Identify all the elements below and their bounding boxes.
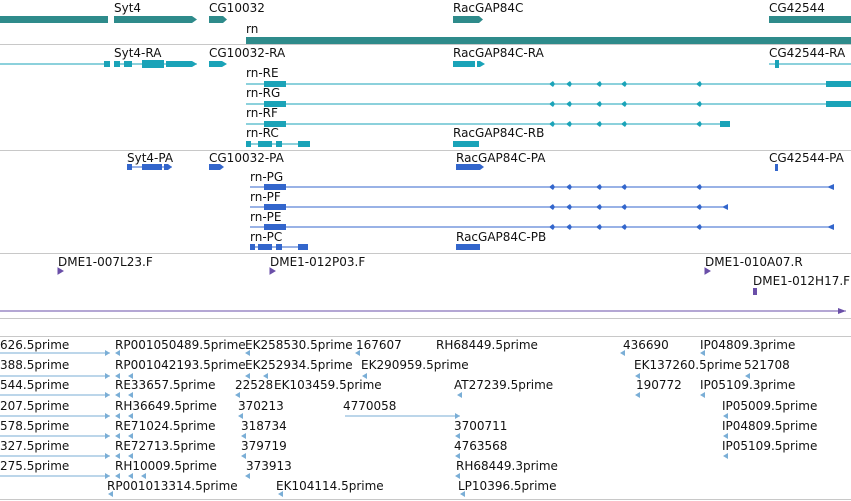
gene-glyph-cg42544 — [769, 16, 851, 23]
est-label[interactable]: RE71024.5prime — [115, 419, 216, 433]
est-label[interactable]: EK137260.5prime — [634, 358, 742, 372]
transcript-label[interactable]: RacGAP84C-RA — [453, 46, 544, 60]
clone-label[interactable]: DME1-012P03.F — [270, 255, 365, 269]
est-label[interactable]: RP001013314.5prime — [107, 479, 238, 493]
est-label[interactable]: EK258530.5prime — [245, 338, 353, 352]
est-label[interactable]: 167607 — [356, 338, 402, 352]
est-label[interactable]: RP001042193.5prime — [115, 358, 246, 372]
protein-label[interactable]: rn-PC — [250, 230, 282, 244]
est-label[interactable]: 327.5prime — [0, 439, 69, 453]
est-label[interactable]: 3700711 — [454, 419, 507, 433]
gene-label-cg42544[interactable]: CG42544 — [769, 1, 825, 15]
est-label[interactable]: IP05009.5prime — [722, 399, 817, 413]
gene-glyph-rn — [246, 37, 851, 44]
est-label[interactable]: 4770058 — [343, 399, 396, 413]
est-label[interactable]: EK290959.5prime — [361, 358, 469, 372]
gene-label-rn[interactable]: rn — [246, 22, 258, 36]
protein-label[interactable]: CG42544-PA — [769, 151, 844, 165]
clone-track — [0, 267, 846, 314]
transcript-label[interactable]: rn-RF — [246, 106, 278, 120]
transcript-label[interactable]: Syt4-RA — [114, 46, 161, 60]
est-label[interactable]: RH68449.3prime — [456, 459, 558, 473]
protein-label[interactable]: RacGAP84C-PB — [456, 230, 546, 244]
protein-label[interactable]: RacGAP84C-PA — [456, 151, 545, 165]
est-label[interactable]: 436690 — [623, 338, 669, 352]
transcript-label[interactable]: CG10032-RA — [209, 46, 285, 60]
est-label[interactable]: 190772 — [636, 378, 682, 392]
est-label[interactable]: 379719 — [241, 439, 287, 453]
gene-label-racgap84c[interactable]: RacGAP84C — [453, 1, 523, 15]
est-label[interactable]: 22528 — [235, 378, 273, 392]
protein-label[interactable]: rn-PG — [250, 170, 283, 184]
est-label[interactable]: LP10396.5prime — [458, 479, 557, 493]
est-label[interactable]: RP001050489.5prime — [115, 338, 246, 352]
genome-browser-view: Syt4 CG10032 RacGAP84C CG42544 rn Syt4-R… — [0, 0, 851, 501]
est-track — [0, 350, 750, 497]
clone-label[interactable]: DME1-012H17.F — [753, 274, 850, 288]
gene-track — [0, 16, 851, 44]
est-label[interactable]: IP04809.5prime — [722, 419, 817, 433]
gene-label-syt4[interactable]: Syt4 — [114, 1, 141, 15]
est-label[interactable]: 373913 — [246, 459, 292, 473]
transcript-track — [0, 60, 851, 147]
transcript-label[interactable]: rn-RC — [246, 126, 279, 140]
est-label[interactable]: EK104114.5prime — [276, 479, 384, 493]
protein-label[interactable]: CG10032-PA — [209, 151, 284, 165]
est-label[interactable]: IP05109.3prime — [700, 378, 795, 392]
est-label[interactable]: 521708 — [744, 358, 790, 372]
clone-label[interactable]: DME1-010A07.R — [705, 255, 803, 269]
est-label[interactable]: 626.5prime — [0, 338, 69, 352]
est-label[interactable]: 544.5prime — [0, 378, 69, 392]
est-label[interactable]: 370213 — [238, 399, 284, 413]
gene-glyph-partial — [0, 16, 108, 23]
gene-glyph-cg10032 — [209, 16, 227, 23]
est-label[interactable]: IP04809.3prime — [700, 338, 795, 352]
protein-label[interactable]: rn-PE — [250, 210, 281, 224]
gene-glyph-racgap84c — [453, 16, 483, 23]
est-label[interactable]: IP05109.5prime — [722, 439, 817, 453]
transcript-label[interactable]: CG42544-RA — [769, 46, 845, 60]
gene-label-cg10032[interactable]: CG10032 — [209, 1, 265, 15]
transcript-label[interactable]: rn-RG — [246, 86, 280, 100]
transcript-label[interactable]: RacGAP84C-RB — [453, 126, 544, 140]
est-label[interactable]: 578.5prime — [0, 419, 69, 433]
clone-label[interactable]: DME1-007L23.F — [58, 255, 153, 269]
transcript-label[interactable]: rn-RE — [246, 66, 279, 80]
gene-glyph-syt4 — [114, 16, 197, 23]
est-label[interactable]: AT27239.5prime — [454, 378, 553, 392]
est-label[interactable]: RE33657.5prime — [115, 378, 216, 392]
est-label[interactable]: 207.5prime — [0, 399, 69, 413]
est-label[interactable]: RH36649.5prime — [115, 399, 217, 413]
est-label[interactable]: 4763568 — [454, 439, 507, 453]
est-label[interactable]: 388.5prime — [0, 358, 69, 372]
est-label[interactable]: EK103459.5prime — [274, 378, 382, 392]
est-label[interactable]: 275.5prime — [0, 459, 69, 473]
protein-label[interactable]: rn-PF — [250, 190, 281, 204]
est-label[interactable]: RH10009.5prime — [115, 459, 217, 473]
est-label[interactable]: EK252934.5prime — [245, 358, 353, 372]
est-label[interactable]: 318734 — [241, 419, 287, 433]
protein-label[interactable]: Syt4-PA — [127, 151, 173, 165]
est-label[interactable]: RE72713.5prime — [115, 439, 216, 453]
est-label[interactable]: RH68449.5prime — [436, 338, 538, 352]
